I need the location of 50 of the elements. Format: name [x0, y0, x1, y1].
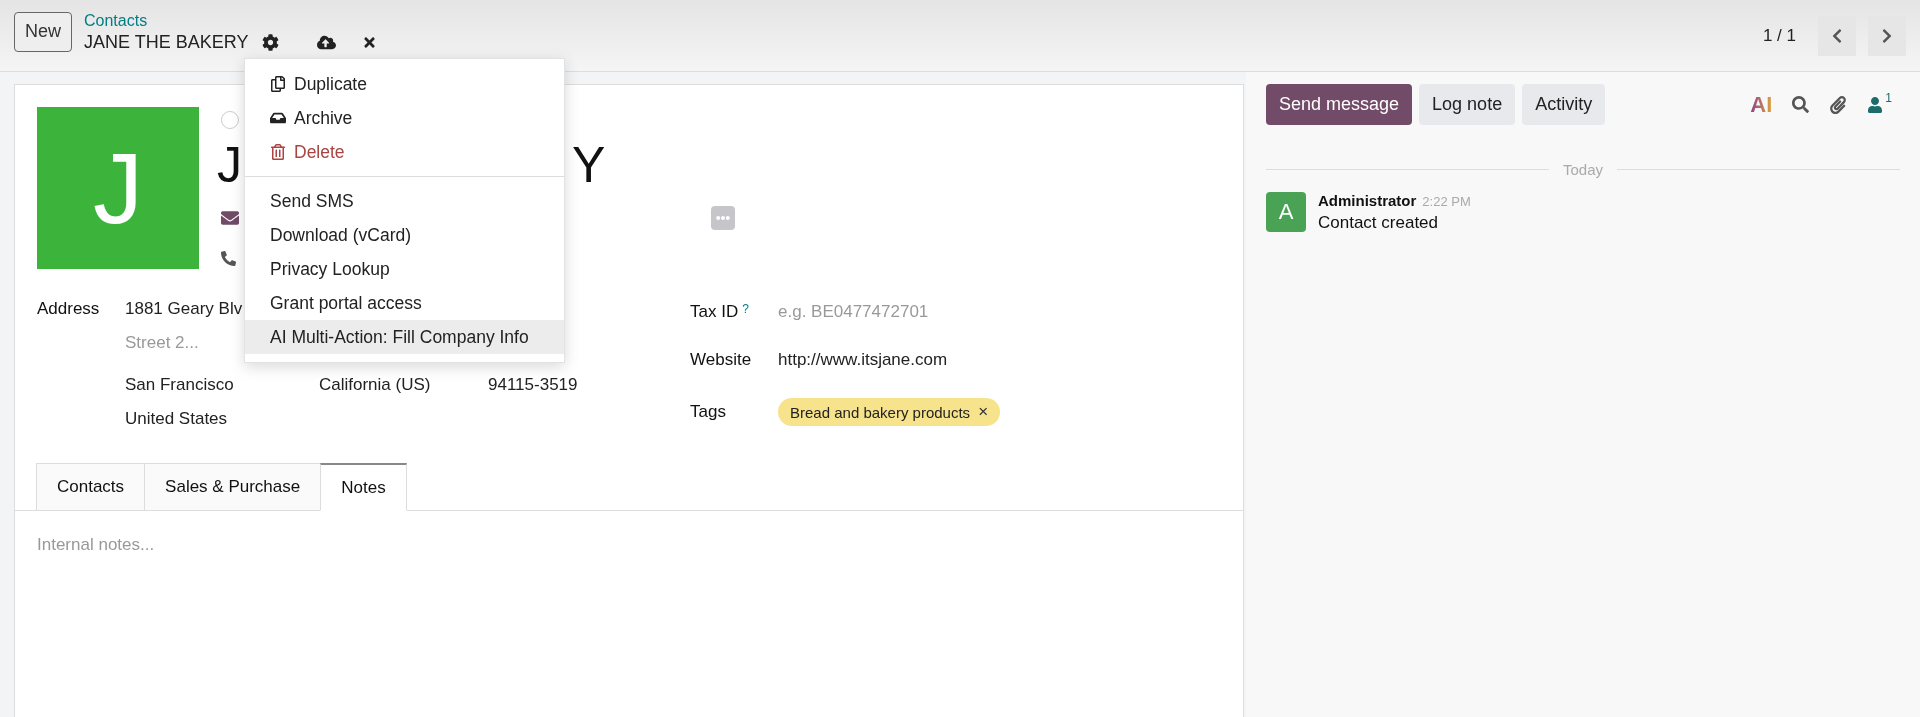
menu-item[interactable]: Download (vCard) — [245, 218, 564, 252]
field-label: Tags — [690, 402, 726, 422]
field-label: Tax ID — [690, 302, 739, 322]
menu-item[interactable]: Grant portal access — [245, 286, 564, 320]
menu-item[interactable]: Delete — [245, 135, 564, 169]
gear-icon[interactable] — [262, 34, 280, 51]
field-label: Address — [37, 299, 101, 319]
tab[interactable]: Notes — [320, 463, 407, 511]
city-value: San Francisco — [125, 375, 235, 395]
phone-icon — [221, 250, 236, 266]
date-divider: Today — [1563, 161, 1603, 178]
inbox-icon — [270, 110, 286, 126]
menu-item[interactable]: Privacy Lookup — [245, 252, 564, 286]
tab[interactable]: Sales & Purchase — [144, 463, 322, 511]
state-value: California (US) — [319, 375, 432, 395]
cloud-upload-icon[interactable] — [317, 33, 337, 52]
country-value: United States — [125, 409, 229, 429]
paperclip-icon[interactable] — [1829, 95, 1848, 114]
user-icon[interactable] — [1867, 96, 1884, 113]
envelope-icon — [221, 209, 239, 227]
message-time: 2:22 PM — [1422, 194, 1471, 209]
street-value: 1881 Geary Blv — [125, 299, 243, 319]
tab[interactable]: Contacts — [36, 463, 146, 511]
message-text: Contact created — [1318, 213, 1439, 233]
avatar: A — [1266, 192, 1306, 232]
record-title: JANE THE BAKERY — [84, 32, 249, 53]
record-name: J — [217, 136, 242, 195]
field-label: Website — [690, 350, 752, 370]
menu-item[interactable]: Send SMS — [245, 184, 564, 218]
website-value: http://www.itsjane.com — [778, 350, 949, 370]
trash-icon — [270, 144, 286, 160]
help-mark[interactable]: ? — [742, 302, 749, 316]
menu-item[interactable]: Duplicate — [245, 67, 564, 101]
menu-item[interactable]: AI Multi-Action: Fill Company Info — [245, 320, 564, 354]
new-button[interactable]: New — [14, 11, 72, 52]
remove-tag-button[interactable]: × — [978, 402, 989, 422]
message-author: Administrator — [1318, 192, 1417, 209]
search-icon[interactable] — [1792, 96, 1810, 113]
breadcrumb-link[interactable]: Contacts — [84, 12, 378, 30]
copy-icon — [270, 76, 286, 92]
chatter-button[interactable]: Log note — [1419, 84, 1516, 125]
chatter-button[interactable]: Activity — [1522, 84, 1606, 125]
pager-text: 1 / 1 — [1762, 25, 1796, 46]
avatar: J — [37, 107, 199, 269]
tag-label: Bread and bakery products — [790, 403, 971, 421]
record-name: Y — [572, 136, 606, 195]
follower-count: 1 — [1885, 90, 1892, 105]
menu-item[interactable]: Archive — [245, 101, 564, 135]
zip-value: 94115-3519 — [488, 375, 579, 395]
chatter-button[interactable]: Send message — [1266, 84, 1413, 125]
